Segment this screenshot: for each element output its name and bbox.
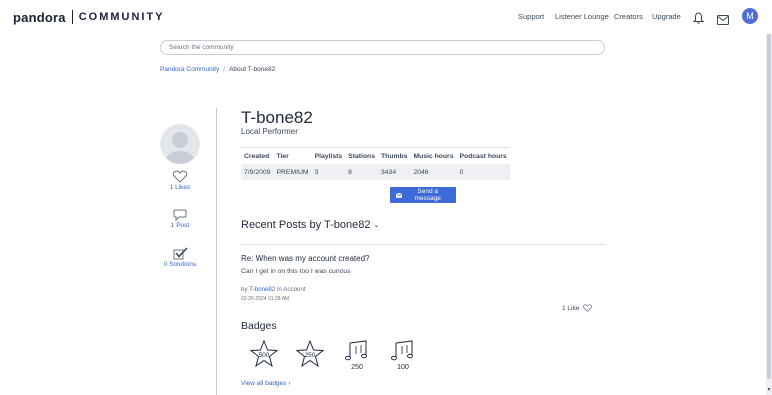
stats-header-created: Created [241,147,274,164]
recent-posts-heading[interactable]: Recent Posts by T-bone82 ⌄ [241,219,379,231]
envelope-icon [396,192,403,198]
post-title-link[interactable]: Re: When was my account created? [241,254,370,263]
posts-count: 1 Post [170,222,190,229]
star-250-badge-icon[interactable]: 250 [295,339,325,373]
solutions-count: 0 Solutions [163,261,197,268]
post-date: 02-26-2024 01:28 AM [241,296,290,302]
profile-picture[interactable] [160,124,200,164]
section-name: COMMUNITY [78,11,165,23]
brand-name: pandora [13,9,66,25]
post-excerpt: Can I get in on this too I was curious [241,268,351,275]
posts-stat[interactable]: 1 Post [160,209,200,229]
profile-rank: Local Performer [241,127,298,136]
stats-value-thumbs: 3434 [378,164,411,180]
send-message-label: Send a message [414,188,441,202]
post-by-label: by [241,286,248,293]
notifications-bell-icon[interactable] [692,11,705,29]
column-divider [216,108,217,395]
heart-icon [173,170,187,183]
messages-mail-icon[interactable] [717,12,729,30]
stats-value-stations: 8 [345,164,378,180]
checkmark-icon [173,247,188,260]
nav-listener-lounge[interactable]: Listener Lounge [555,12,609,21]
stats-header-row: Created Tier Playlists Stations Thumbs M… [241,147,510,164]
star-500-badge-icon[interactable]: 500 [249,339,279,373]
stats-value-tier: PREMIUM [273,164,312,180]
badges-heading: Badges [241,320,277,332]
search-input[interactable] [160,40,605,55]
badge-4-label: 100 [397,364,409,371]
breadcrumb: Pandora Community / About T-bone82 [160,66,275,73]
like-heart-icon[interactable] [583,304,593,312]
pandora-community-logo[interactable]: pandora COMMUNITY [13,9,165,25]
music-250-badge-icon[interactable]: 250 [344,340,370,377]
badge-3-label: 250 [351,364,363,371]
scrollbar-thumb[interactable] [767,34,771,379]
profile-username: T-bone82 [241,108,313,127]
recent-divider [241,244,606,245]
profile-stats-table: Created Tier Playlists Stations Thumbs M… [241,147,510,180]
breadcrumb-separator: / [223,66,226,73]
default-user-icon [165,132,195,164]
post-likes[interactable]: 1 Like [562,304,593,312]
send-message-button[interactable]: Send a message [390,187,456,203]
nav-support[interactable]: Support [518,12,544,21]
scroll-down-arrow-icon[interactable]: ▾ [766,387,772,393]
badge-1-label: 500 [259,352,270,359]
breadcrumb-current: About T-bone82 [229,66,276,73]
stats-header-tier: Tier [273,147,312,164]
stats-header-music-hours: Music hours [410,147,457,164]
post-board-link[interactable]: Account [283,286,305,293]
recent-posts-title: Recent Posts by T-bone82 [241,219,371,231]
post-in-label: in [277,286,282,293]
nav-upgrade[interactable]: Upgrade [652,12,681,21]
nav-creators[interactable]: Creators [614,12,643,21]
post-meta: by T-bone82 in Account [241,286,306,293]
stats-header-stations: Stations [345,147,378,164]
stats-value-music-hours: 2046 [410,164,457,180]
view-all-badges-link[interactable]: View all badges › [241,380,290,387]
speech-bubble-icon [173,209,187,221]
user-avatar[interactable]: M [742,8,758,24]
stats-header-podcast-hours: Podcast hours [456,147,510,164]
stats-value-row: 7/9/2009 PREMIUM 3 8 3434 2046 0 [241,164,510,180]
post-author-link[interactable]: T-bone82 [249,286,275,293]
stats-header-thumbs: Thumbs [378,147,411,164]
logo-divider [71,10,73,24]
chevron-down-icon: ⌄ [373,222,380,229]
solutions-stat[interactable]: 0 Solutions [160,247,200,268]
music-100-badge-icon[interactable]: 100 [390,340,416,377]
post-likes-count: 1 Like [562,304,580,312]
badge-2-label: 250 [305,352,316,359]
stats-value-podcast-hours: 0 [456,164,510,180]
breadcrumb-root-link[interactable]: Pandora Community [160,66,219,73]
stats-value-created: 7/9/2009 [241,164,274,180]
stats-value-playlists: 3 [311,164,346,180]
likes-count: 1 Likes [169,184,191,191]
likes-stat[interactable]: 1 Likes [160,170,200,191]
stats-header-playlists: Playlists [311,147,346,164]
